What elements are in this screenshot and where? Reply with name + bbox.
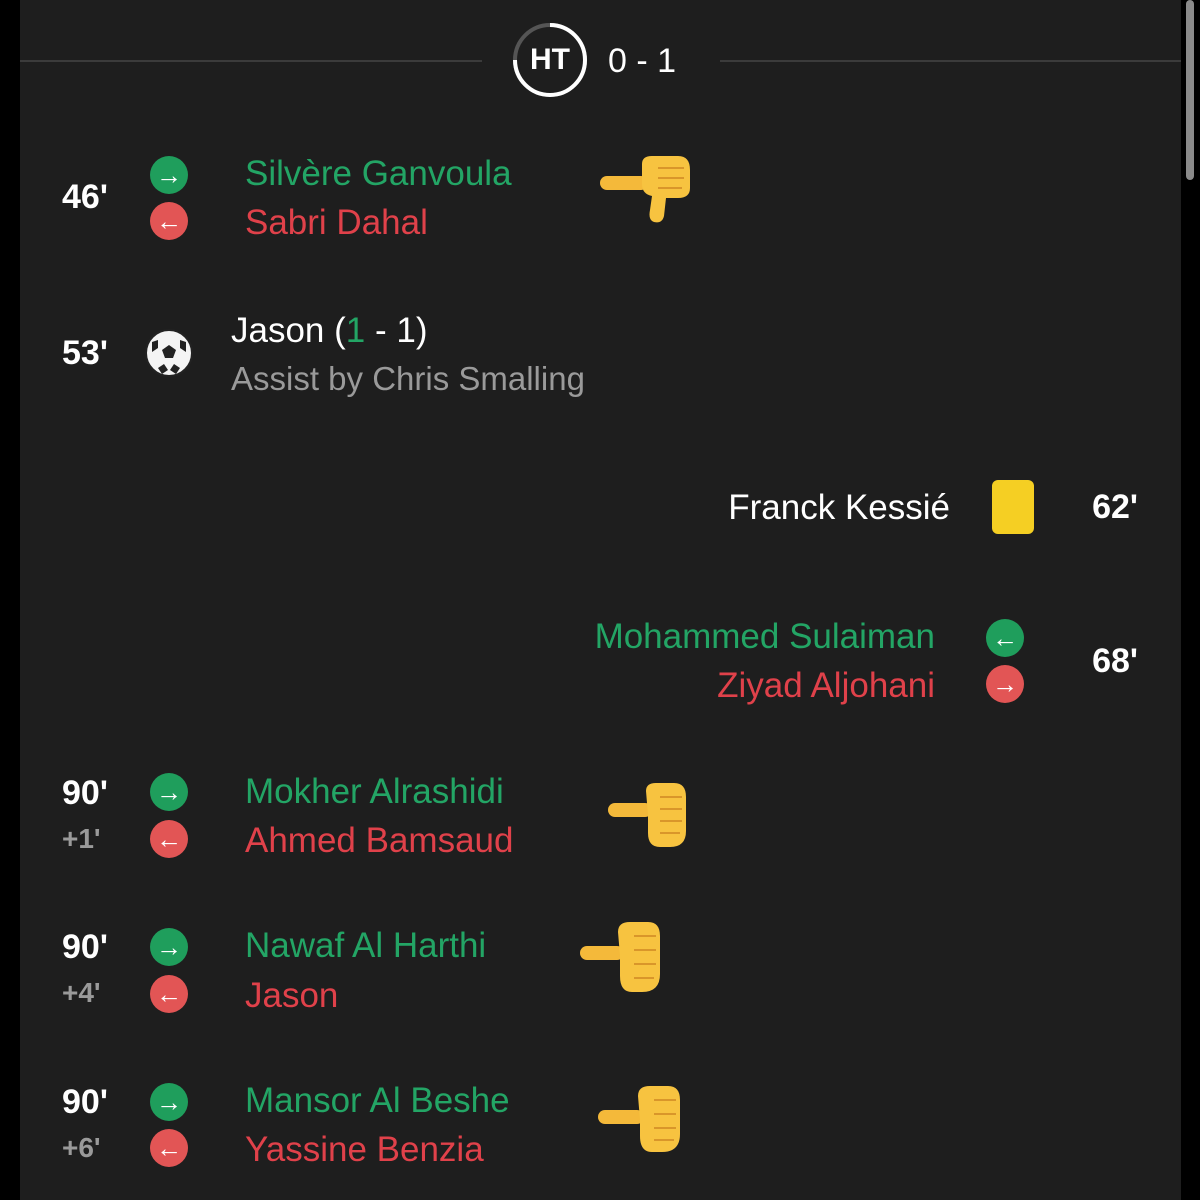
goal-assist-text: Assist by Chris Smalling (231, 360, 585, 397)
player-in-name: Mansor Al Beshe (245, 1081, 510, 1120)
yellow-card-icon (992, 480, 1034, 534)
event-minute: 90' (62, 1083, 108, 1121)
player-in-name: Mohammed Sulaiman (594, 617, 935, 656)
halftime-score: 0 - 1 (608, 42, 677, 80)
arrow-left-icon: ← (986, 619, 1024, 657)
thumbs-down-emoji-icon (600, 156, 690, 223)
player-in-name: Silvère Ganvoula (245, 154, 512, 193)
arrow-right-icon: → (150, 773, 188, 811)
goal-scorer-name: Jason (231, 311, 325, 350)
event-minute: 68' (1092, 642, 1138, 680)
thumbs-down-emoji-icon (598, 1086, 680, 1152)
event-minute: 90' (62, 928, 108, 966)
arrow-right-icon: → (150, 928, 188, 966)
event-minute: 46' (62, 178, 108, 216)
halftime-label: HT (530, 43, 570, 76)
arrow-left-icon: ← (150, 1129, 188, 1167)
player-in-name: Mokher Alrashidi (245, 772, 504, 811)
player-out-name: Sabri Dahal (245, 203, 428, 242)
halftime-badge: HT (510, 20, 590, 100)
thumbs-down-emoji-icon (580, 922, 660, 992)
event-stoppage-time: +6' (62, 1132, 101, 1163)
arrow-left-icon: ← (150, 820, 188, 858)
arrow-left-icon: ← (150, 975, 188, 1013)
timeline-divider-right (720, 60, 1181, 62)
event-minute: 62' (1092, 488, 1138, 526)
goal-scorer-line: Jason (1 - 1) (231, 311, 428, 351)
event-minute: 53' (62, 334, 108, 372)
arrow-right-icon: → (986, 665, 1024, 703)
event-stoppage-time: +1' (62, 823, 101, 854)
arrow-right-icon: → (150, 1083, 188, 1121)
goal-score-home: 1 (345, 311, 366, 350)
event-minute: 90' (62, 774, 108, 812)
player-out-name: Ziyad Aljohani (717, 666, 935, 705)
thumbs-down-emoji-icon (608, 783, 686, 847)
arrow-right-icon: → (150, 156, 188, 194)
event-stoppage-time: +4' (62, 977, 101, 1008)
player-in-name: Nawaf Al Harthi (245, 926, 487, 965)
booked-player-name: Franck Kessié (728, 488, 950, 527)
goal-score-open: ( (324, 311, 346, 350)
player-out-name: Yassine Benzia (245, 1130, 484, 1169)
arrow-left-icon: ← (150, 202, 188, 240)
player-out-name: Ahmed Bamsaud (245, 821, 514, 860)
goal-score-rest: - 1) (365, 311, 428, 350)
timeline-divider-left (20, 60, 482, 62)
player-out-name: Jason (245, 976, 339, 1015)
soccer-ball-icon (145, 329, 193, 377)
scrollbar[interactable] (1186, 0, 1194, 180)
